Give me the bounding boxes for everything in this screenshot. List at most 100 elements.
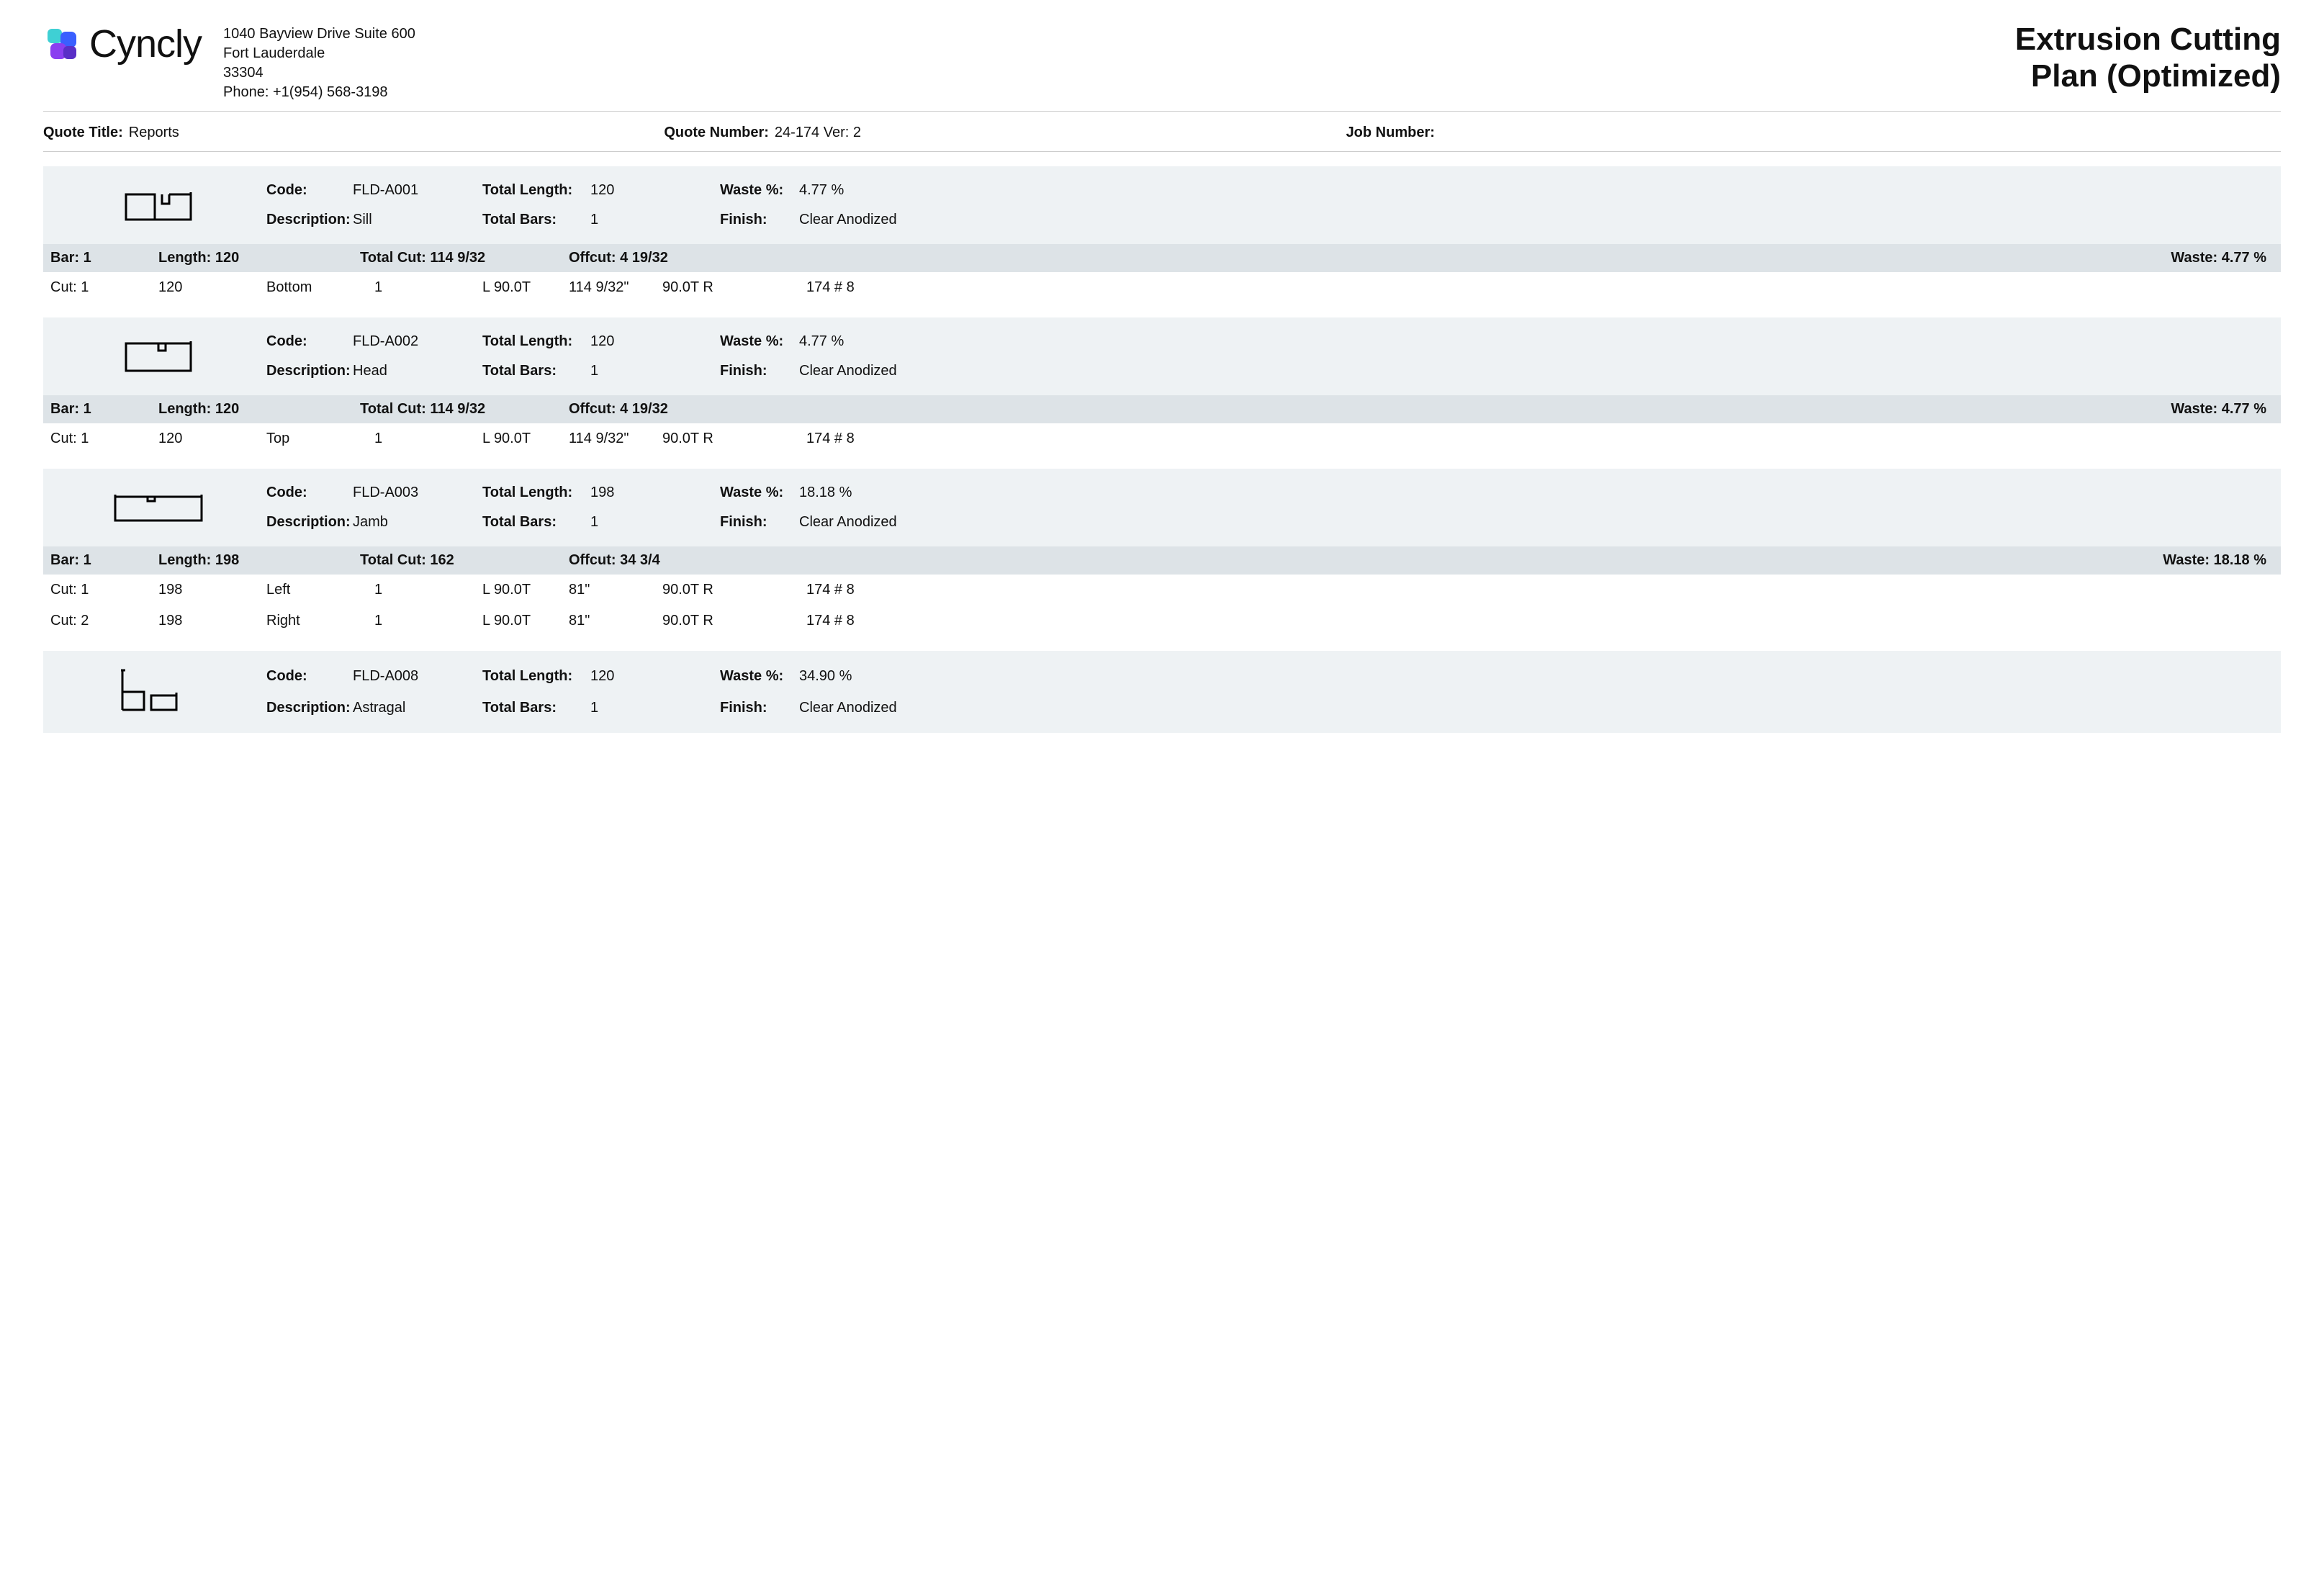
cut-ref: 174 # 8 (749, 431, 2274, 447)
waste-pct-label: Waste %: (720, 485, 799, 501)
bar-offcut: Offcut: 4 19/32 (569, 401, 814, 418)
cut-right-angle: 90.0T R (662, 613, 749, 629)
profile-cross-section-icon (50, 667, 266, 717)
quote-title-label: Quote Title: (43, 125, 123, 141)
waste-pct-value: 34.90 % (799, 668, 929, 685)
finish-value: Clear Anodized (799, 700, 929, 716)
description-label: Description: (266, 363, 353, 379)
cut-position: Top (266, 431, 374, 447)
total-length-label: Total Length: (482, 182, 590, 199)
code-value: FLD-A008 (353, 668, 482, 685)
logo-block: Cyncly (43, 22, 202, 66)
phone-label: Phone: (223, 84, 269, 100)
sections-host: Code:FLD-A001Total Length:120Waste %:4.7… (43, 166, 2281, 733)
cut-right-angle: 90.0T R (662, 582, 749, 598)
quote-number-value: 24-174 Ver: 2 (775, 125, 861, 141)
cut-stock-len: 198 (158, 582, 266, 598)
cut-size: 81" (569, 582, 662, 598)
profile-header: Code:FLD-A002Total Length:120Waste %:4.7… (43, 317, 2281, 395)
profile-cross-section-icon (50, 184, 266, 227)
total-bars-label: Total Bars: (482, 212, 590, 228)
company-address: 1040 Bayview Drive Suite 600 Fort Lauder… (223, 24, 415, 102)
bar-total-cut: Total Cut: 114 9/32 (360, 250, 569, 266)
total-length-value: 120 (590, 333, 720, 350)
code-label: Code: (266, 333, 353, 350)
cut-ref: 174 # 8 (749, 613, 2274, 629)
cut-left-angle: L 90.0T (482, 431, 569, 447)
profile-header: Code:FLD-A008Total Length:120Waste %:34.… (43, 651, 2281, 733)
code-value: FLD-A003 (353, 485, 482, 501)
brand-logo-icon (43, 24, 82, 63)
bar-num: Bar: 1 (50, 250, 158, 266)
total-bars-label: Total Bars: (482, 363, 590, 379)
bar-total-cut: Total Cut: 162 (360, 552, 569, 569)
total-length-value: 120 (590, 182, 720, 199)
bar-waste: Waste: 18.18 % (814, 552, 2274, 569)
profile-header: Code:FLD-A003Total Length:198Waste %:18.… (43, 469, 2281, 546)
bar-length: Length: 120 (158, 250, 360, 266)
cut-row: Cut: 1120Top1L 90.0T114 9/32"90.0T R174 … (43, 423, 2281, 454)
finish-label: Finish: (720, 514, 799, 531)
description-label: Description: (266, 212, 353, 228)
bar-summary-row: Bar: 1Length: 120Total Cut: 114 9/32Offc… (43, 244, 2281, 272)
total-bars-value: 1 (590, 363, 720, 379)
total-length-label: Total Length: (482, 668, 590, 685)
waste-pct-value: 18.18 % (799, 485, 929, 501)
description-label: Description: (266, 700, 353, 716)
bar-num: Bar: 1 (50, 401, 158, 418)
cut-row: Cut: 1198Left1L 90.0T81"90.0T R174 # 8 (43, 575, 2281, 605)
finish-value: Clear Anodized (799, 212, 929, 228)
cut-left-angle: L 90.0T (482, 613, 569, 629)
bar-summary-row: Bar: 1Length: 198Total Cut: 162Offcut: 3… (43, 546, 2281, 575)
bar-offcut: Offcut: 34 3/4 (569, 552, 814, 569)
bar-total-cut: Total Cut: 114 9/32 (360, 401, 569, 418)
cut-qty: 1 (374, 582, 482, 598)
profile-header: Code:FLD-A001Total Length:120Waste %:4.7… (43, 166, 2281, 244)
waste-pct-value: 4.77 % (799, 333, 929, 350)
cut-right-angle: 90.0T R (662, 279, 749, 296)
code-label: Code: (266, 485, 353, 501)
cut-row: Cut: 1120Bottom1L 90.0T114 9/32"90.0T R1… (43, 272, 2281, 303)
bar-length: Length: 198 (158, 552, 360, 569)
code-value: FLD-A001 (353, 182, 482, 199)
code-value: FLD-A002 (353, 333, 482, 350)
profile-section: Code:FLD-A003Total Length:198Waste %:18.… (43, 469, 2281, 636)
address-line-1: 1040 Bayview Drive Suite 600 (223, 24, 415, 44)
profile-section: Code:FLD-A008Total Length:120Waste %:34.… (43, 651, 2281, 733)
quote-title: Quote Title: Reports (43, 125, 179, 141)
finish-label: Finish: (720, 363, 799, 379)
waste-pct-label: Waste %: (720, 182, 799, 199)
address-phone: Phone: +1(954) 568-3198 (223, 83, 415, 102)
waste-pct-value: 4.77 % (799, 182, 929, 199)
address-line-2: Fort Lauderdale (223, 44, 415, 63)
cut-stock-len: 120 (158, 431, 266, 447)
cut-right-angle: 90.0T R (662, 431, 749, 447)
description-value: Sill (353, 212, 482, 228)
finish-value: Clear Anodized (799, 514, 929, 531)
report-title-line-2: Plan (Optimized) (2015, 58, 2281, 95)
code-label: Code: (266, 668, 353, 685)
meta-row: Quote Title: Reports Quote Number: 24-17… (43, 114, 2281, 152)
waste-pct-label: Waste %: (720, 668, 799, 685)
profile-cross-section-icon (50, 488, 266, 528)
cut-position: Right (266, 613, 374, 629)
quote-title-value: Reports (129, 125, 179, 141)
description-value: Head (353, 363, 482, 379)
cut-row: Cut: 2198Right1L 90.0T81"90.0T R174 # 8 (43, 605, 2281, 636)
total-bars-value: 1 (590, 700, 720, 716)
address-postal: 33304 (223, 63, 415, 83)
code-label: Code: (266, 182, 353, 199)
total-bars-value: 1 (590, 514, 720, 531)
cut-stock-len: 120 (158, 279, 266, 296)
cut-qty: 1 (374, 613, 482, 629)
description-value: Astragal (353, 700, 482, 716)
total-length-label: Total Length: (482, 333, 590, 350)
bar-summary-row: Bar: 1Length: 120Total Cut: 114 9/32Offc… (43, 395, 2281, 423)
cut-stock-len: 198 (158, 613, 266, 629)
report-header: Cyncly 1040 Bayview Drive Suite 600 Fort… (43, 22, 2281, 112)
total-length-value: 198 (590, 485, 720, 501)
total-length-label: Total Length: (482, 485, 590, 501)
cut-num: Cut: 1 (50, 431, 158, 447)
bar-waste: Waste: 4.77 % (814, 401, 2274, 418)
finish-label: Finish: (720, 212, 799, 228)
